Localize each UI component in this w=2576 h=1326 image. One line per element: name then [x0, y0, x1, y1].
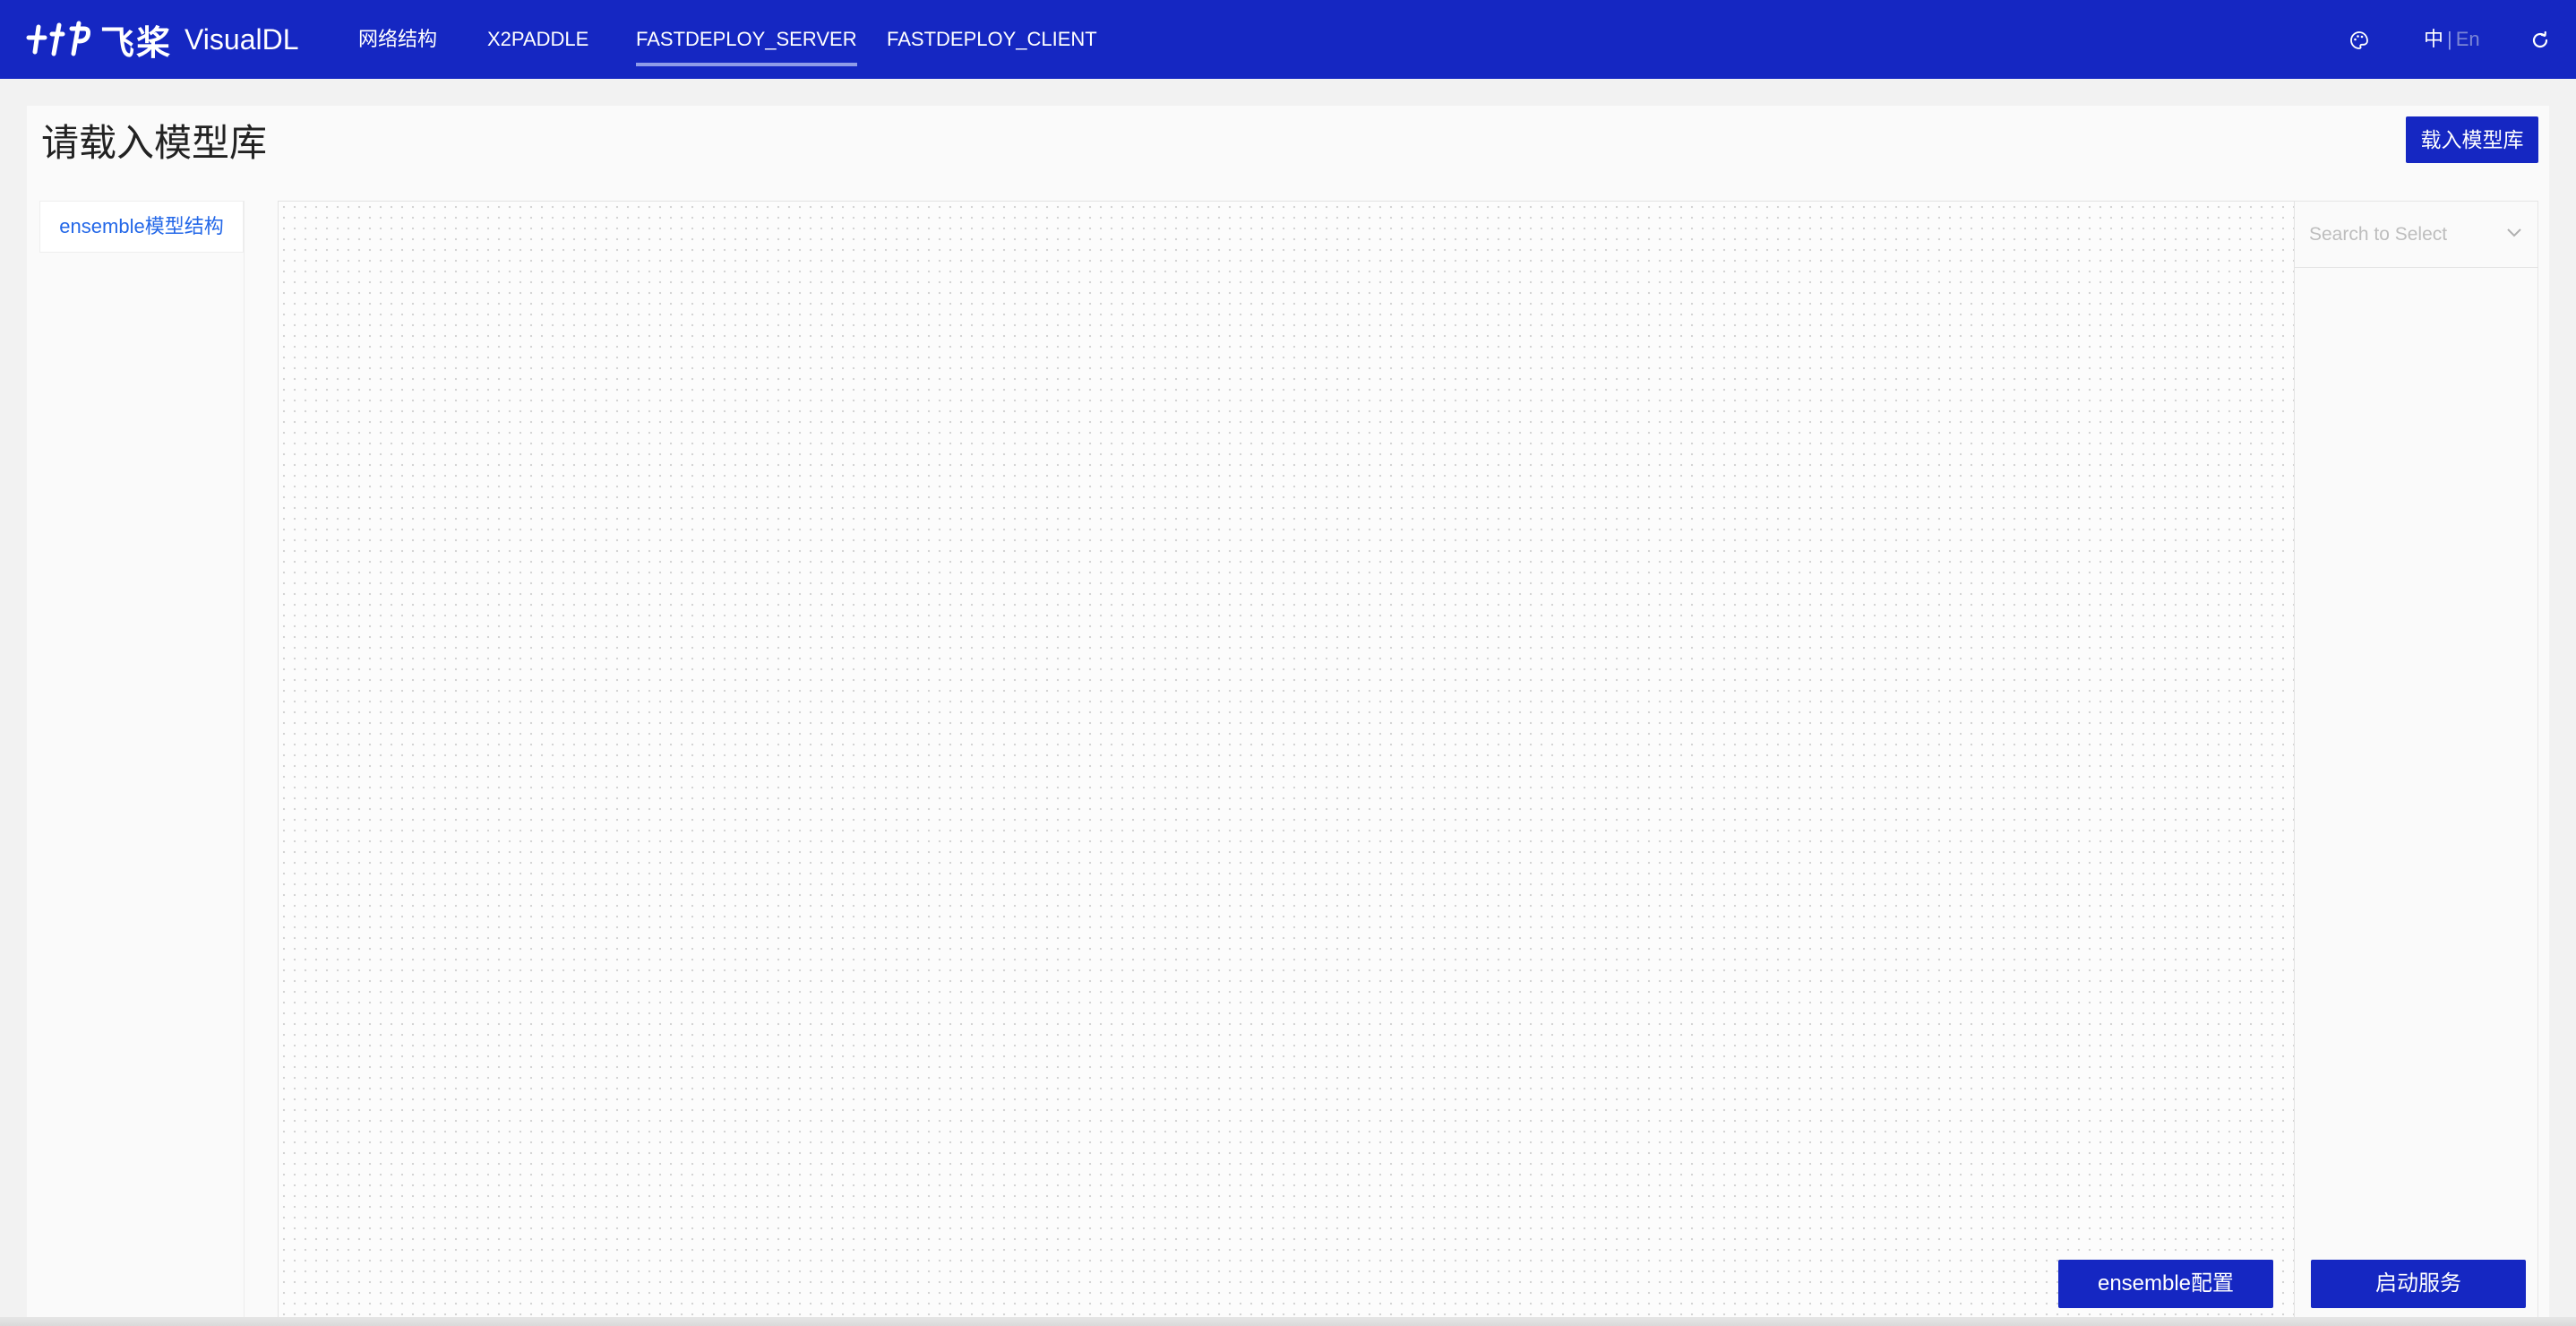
- brand-cn: 飞桨: [100, 24, 173, 63]
- nav-x2paddle[interactable]: X2PADDLE: [487, 0, 588, 79]
- theme-button[interactable]: [2348, 0, 2370, 79]
- paddle-logo-icon: [26, 21, 90, 56]
- brand-en: VisualDL: [185, 22, 299, 56]
- model-select[interactable]: Search to Select: [2295, 202, 2538, 268]
- bottom-edge: [0, 1317, 2576, 1326]
- page-title: 请载入模型库: [41, 122, 268, 164]
- top-navbar: 飞桨 VisualDL 网络结构 X2PADDLE FASTDEPLOY_SER…: [0, 0, 2576, 79]
- language-switch[interactable]: 中 | En: [2424, 0, 2480, 79]
- nav-network-structure[interactable]: 网络结构: [358, 0, 437, 79]
- logo[interactable]: 飞桨 VisualDL: [25, 14, 299, 65]
- main-content: 请载入模型库 载入模型库 ensemble模型结构 Search to Sele…: [27, 106, 2549, 1326]
- select-placeholder: Search to Select: [2309, 224, 2448, 245]
- nav-fastdeploy-server[interactable]: FASTDEPLOY_SERVER: [636, 0, 857, 79]
- refresh-button[interactable]: [2529, 0, 2551, 79]
- sidebar: ensemble模型结构: [39, 201, 245, 1326]
- chevron-down-icon: [2507, 228, 2521, 237]
- start-service-button[interactable]: 启动服务: [2311, 1260, 2526, 1308]
- sidebar-item-ensemble-structure[interactable]: ensemble模型结构: [39, 201, 244, 253]
- lang-zh[interactable]: 中: [2424, 28, 2443, 50]
- lang-separator: |: [2447, 28, 2452, 50]
- nav-fastdeploy-client[interactable]: FASTDEPLOY_CLIENT: [887, 0, 1097, 79]
- palette-icon: [2350, 31, 2368, 50]
- graph-canvas[interactable]: [278, 201, 2295, 1326]
- ensemble-config-button[interactable]: ensemble配置: [2058, 1260, 2273, 1308]
- refresh-icon: [2532, 31, 2548, 48]
- load-model-repo-button[interactable]: 载入模型库: [2406, 116, 2538, 163]
- lang-en[interactable]: En: [2456, 28, 2480, 50]
- right-panel: Search to Select: [2295, 201, 2538, 1326]
